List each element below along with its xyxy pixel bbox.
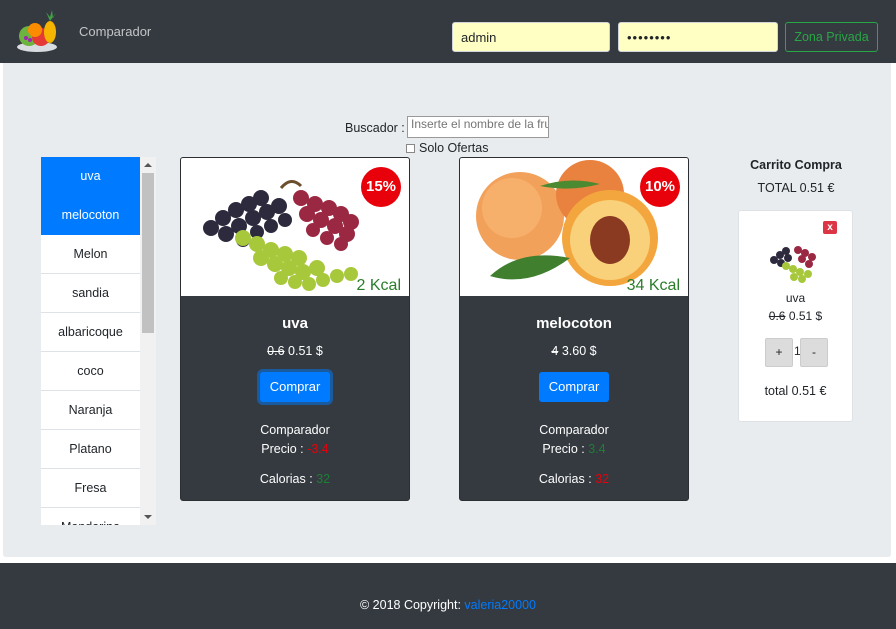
list-item[interactable]: Fresa bbox=[41, 469, 140, 508]
copyright: © 2018 Copyright: valeria20000 bbox=[0, 598, 896, 612]
comparator-title: Comparador bbox=[260, 423, 330, 437]
cart-total: TOTAL 0.51 € bbox=[757, 181, 835, 195]
discount-badge: 10% bbox=[640, 167, 680, 207]
list-item[interactable]: Mandarina bbox=[41, 508, 140, 525]
cart-item-price: 0.6 0.51 $ bbox=[739, 309, 852, 323]
cart-item: x uva 0.6 0.51 $ + 1 - total 0.51 € bbox=[738, 210, 853, 422]
product-image-grapes: 15% 2 Kcal bbox=[181, 158, 409, 296]
search-label: Buscador : bbox=[345, 121, 405, 135]
kcal-label: 34 Kcal bbox=[626, 277, 680, 294]
old-price: 0.6 bbox=[267, 344, 285, 358]
brand-title[interactable]: Comparador bbox=[79, 24, 151, 39]
username-input[interactable] bbox=[452, 22, 610, 52]
price-label: Precio : bbox=[261, 442, 304, 456]
product-image-peach: 10% 34 Kcal bbox=[460, 158, 688, 296]
kcal-label: 2 Kcal bbox=[356, 277, 401, 294]
calories-comparison: Calorias : 32 bbox=[181, 472, 409, 486]
footer: © 2018 Copyright: valeria20000 bbox=[0, 563, 896, 629]
list-item[interactable]: Melon bbox=[41, 235, 140, 274]
buy-button[interactable]: Comprar bbox=[260, 372, 330, 402]
decrease-quantity-button[interactable]: - bbox=[800, 338, 828, 367]
price-diff: -3.4 bbox=[307, 442, 329, 456]
new-price: 0.51 $ bbox=[288, 344, 323, 358]
comparator: Comparador Precio : 3.4 bbox=[460, 421, 688, 459]
new-price: 3.60 $ bbox=[561, 344, 597, 358]
list-item[interactable]: melocoton bbox=[41, 196, 140, 235]
scroll-thumb[interactable] bbox=[142, 173, 154, 333]
cart-item-name: uva bbox=[785, 291, 806, 305]
product-card-melocoton: 10% 34 Kcal melocoton 4 3.60 $ Comprar C… bbox=[459, 157, 689, 501]
list-item[interactable]: coco bbox=[41, 352, 140, 391]
scroll-up-icon[interactable] bbox=[144, 163, 152, 167]
cart-title: Carrito Compra bbox=[750, 158, 842, 172]
price-comparison: Precio : 3.4 bbox=[460, 440, 688, 459]
list-item[interactable]: uva bbox=[41, 157, 140, 196]
password-input[interactable] bbox=[618, 22, 778, 52]
cart-old-price: 0.6 bbox=[768, 309, 786, 323]
comparator-title: Comparador bbox=[539, 423, 609, 437]
calories-comparison: Calorias : 32 bbox=[460, 472, 688, 486]
discount-badge: 15% bbox=[361, 167, 401, 207]
private-zone-button[interactable]: Zona Privada bbox=[785, 22, 878, 52]
copyright-text: © 2018 Copyright: bbox=[359, 598, 461, 612]
old-price: 4 bbox=[551, 344, 559, 358]
scroll-down-icon[interactable] bbox=[144, 515, 152, 519]
calories-diff: 32 bbox=[595, 472, 610, 486]
search-input[interactable]: Inserte el nombre de la fruta bbox=[407, 116, 549, 138]
product-name: melocoton bbox=[536, 315, 612, 332]
buy-button[interactable]: Comprar bbox=[539, 372, 609, 402]
list-item[interactable]: Platano bbox=[41, 430, 140, 469]
author-link[interactable]: valeria20000 bbox=[464, 598, 536, 612]
offers-filter[interactable]: Solo Ofertas bbox=[406, 141, 488, 155]
remove-item-button[interactable]: x bbox=[823, 221, 837, 234]
calories-label: Calorias : bbox=[259, 472, 313, 486]
product-name: uva bbox=[282, 315, 308, 332]
cart-item-subtotal: total 0.51 € bbox=[764, 384, 827, 398]
offers-checkbox[interactable] bbox=[406, 143, 415, 153]
increase-quantity-button[interactable]: + bbox=[765, 338, 793, 367]
list-item[interactable]: albaricoque bbox=[41, 313, 140, 352]
price-comparison: Precio : -3.4 bbox=[181, 440, 409, 459]
fruit-basket-logo[interactable] bbox=[14, 8, 60, 54]
product-card-uva: 15% 2 Kcal uva 0.6 0.51 $ Comprar Compar… bbox=[180, 157, 410, 501]
list-item[interactable]: sandia bbox=[41, 274, 140, 313]
calories-label: Calorias : bbox=[538, 472, 592, 486]
product-price: 0.6 0.51 $ bbox=[181, 344, 409, 358]
comparator: Comparador Precio : -3.4 bbox=[181, 421, 409, 459]
offers-label: Solo Ofertas bbox=[419, 141, 489, 155]
fruit-list-scrollbar[interactable] bbox=[140, 157, 156, 525]
navbar: Comparador Zona Privada bbox=[0, 0, 896, 63]
cart-item-image bbox=[770, 246, 816, 283]
price-diff: 3.4 bbox=[588, 442, 606, 456]
product-price: 4 3.60 $ bbox=[460, 344, 688, 358]
cart-new-price: 0.51 $ bbox=[788, 309, 823, 323]
price-label: Precio : bbox=[542, 442, 585, 456]
list-item[interactable]: Naranja bbox=[41, 391, 140, 430]
fruit-list: uva melocoton Melon sandia albaricoque c… bbox=[41, 157, 140, 525]
calories-diff: 32 bbox=[316, 472, 331, 486]
